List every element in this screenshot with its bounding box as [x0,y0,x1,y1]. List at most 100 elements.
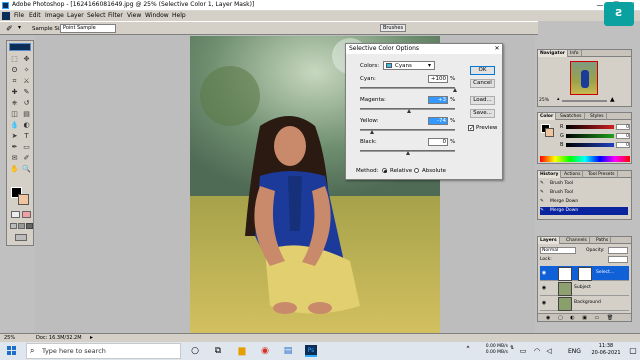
channel-slider-g[interactable] [566,134,614,138]
layer-row[interactable]: ◉ Subject [540,281,629,296]
cyan-slider-thumb[interactable] [453,88,457,92]
wifi-icon[interactable]: ◠ [531,345,543,357]
shape-icon[interactable]: ▭ [22,143,31,151]
app-menu-icon[interactable] [2,12,10,20]
tab-swatches[interactable]: Swatches [558,113,585,120]
zoom-in-icon[interactable]: ▲ [610,96,615,103]
zoom-icon[interactable]: 🔍 [22,165,31,173]
tab-navigator[interactable]: Navigator [538,50,568,57]
blur-icon[interactable]: 💧 [10,121,19,129]
channel-value-r[interactable]: 0 [616,124,630,130]
eye-icon[interactable]: ◉ [541,300,547,306]
yellow-value-input[interactable]: -74 [428,117,448,125]
tab-styles[interactable]: Styles [588,113,607,120]
status-menu-arrow-icon[interactable]: ▸ [90,334,93,341]
method-relative-radio[interactable] [382,168,387,173]
zoom-out-icon[interactable]: ▴ [557,96,560,102]
volume-icon[interactable]: ◁ [543,345,555,357]
move-icon[interactable]: ✥ [22,55,31,63]
magenta-value-input[interactable]: +3 [428,96,448,104]
tab-history[interactable]: History [538,171,562,178]
cyan-value-input[interactable]: +100 [428,75,448,83]
background-color-swatch[interactable] [18,194,29,205]
layer-row[interactable]: ◉ Background [540,296,629,311]
ok-button[interactable]: OK [470,66,495,75]
save-button[interactable]: Save... [470,109,495,118]
channel-value-g[interactable]: 0 [616,133,630,139]
channel-slider-b[interactable] [566,143,614,147]
sample-size-select[interactable]: Point Sample [60,24,116,33]
eraser-icon[interactable]: ◫ [10,110,19,118]
language-indicator[interactable]: ENG [568,348,581,355]
tab-actions[interactable]: Actions [562,171,584,178]
black-value-input[interactable]: 0 [428,138,448,146]
history-item[interactable]: ✎ Brush Tool [540,180,628,188]
chrome-icon[interactable]: ◉ [259,345,271,357]
menu-select[interactable]: Select [87,12,106,19]
layers-footer-icons[interactable]: ◉ ▢ ◐ ▣ ▭ 🗑 [538,313,631,321]
taskbar-search-box[interactable]: Type here to search [26,343,181,359]
photoshop-taskbar-icon[interactable]: Ps [305,345,317,357]
history-item[interactable]: ✎ Merge Down [540,207,628,215]
magic-wand-icon[interactable]: ✧ [22,66,31,74]
crop-icon[interactable]: ⌗ [10,77,19,85]
slice-icon[interactable]: ⚔ [22,77,31,85]
standard-mode-icon[interactable] [11,211,20,218]
tab-channels[interactable]: Channels [564,237,590,244]
menu-filter[interactable]: Filter [108,12,123,19]
eyedropper-icon[interactable]: ✐ [22,154,31,162]
opacity-input[interactable] [608,247,628,254]
blend-mode-select[interactable]: Normal [540,247,576,254]
dodge-icon[interactable]: ◐ [22,121,31,129]
navigator-thumbnail[interactable] [570,61,598,95]
quickmask-mode-icon[interactable] [22,211,31,218]
magenta-slider-thumb[interactable] [407,109,412,113]
tab-paths[interactable]: Paths [594,237,612,244]
healing-icon[interactable]: ✚ [10,88,19,96]
colors-select[interactable]: Cyans ▾ [383,61,435,70]
tab-tool-presets[interactable]: Tool Presets [586,171,618,178]
menu-view[interactable]: View [127,12,141,19]
layer-row[interactable]: ◉ Select... [540,266,629,281]
tool-preset-arrow-icon[interactable]: ▾ [18,24,21,31]
screen-mode-standard-icon[interactable] [10,223,17,229]
eyedropper-tool-icon[interactable]: ✐ [6,24,13,33]
eye-icon[interactable]: ◉ [541,285,547,291]
stamp-icon[interactable]: ⎈ [10,99,19,107]
method-absolute-radio[interactable] [414,168,419,173]
load-button[interactable]: Load... [470,96,495,105]
cortana-icon[interactable]: ○ [189,345,201,357]
menu-window[interactable]: Window [145,12,169,19]
channel-value-b[interactable]: 0 [616,142,630,148]
menu-image[interactable]: Image [45,12,64,19]
battery-icon[interactable]: ▭ [517,345,529,357]
preview-checkbox[interactable]: ✓ [468,125,474,132]
yellow-slider-thumb[interactable] [370,130,375,134]
eye-icon[interactable]: ◉ [541,270,547,276]
color-bg-swatch[interactable] [545,128,554,137]
cancel-button[interactable]: Cancel [470,79,495,88]
history-brush-icon[interactable]: ↺ [22,99,31,107]
jump-to-imageready-icon[interactable] [15,234,27,241]
path-select-icon[interactable]: ➤ [10,132,19,140]
clock[interactable]: 11:38 20-06-2021 [586,343,626,357]
tab-color[interactable]: Color [538,113,557,120]
layer-mask-thumbnail[interactable] [578,267,592,281]
notes-icon[interactable]: ✉ [10,154,19,162]
menu-help[interactable]: Help [172,12,186,19]
hand-icon[interactable]: ✋ [10,165,19,173]
fill-input[interactable] [608,256,628,263]
chevron-up-icon[interactable]: ˄ [462,345,474,357]
status-zoom[interactable]: 25% [4,335,15,341]
menu-edit[interactable]: Edit [29,12,41,19]
windows-start-icon[interactable] [7,346,17,356]
store-icon[interactable]: ▤ [282,345,294,357]
tab-info[interactable]: Info [568,50,582,57]
history-item[interactable]: ✎ Merge Down [540,198,628,206]
notifications-icon[interactable]: ▢ [627,345,639,357]
cyan-slider[interactable] [360,87,455,89]
marquee-icon[interactable]: ⬚ [10,55,19,63]
tab-layers[interactable]: Layers [538,237,560,244]
pen-icon[interactable]: ✒ [10,143,19,151]
task-view-icon[interactable]: ⧉ [212,345,224,357]
